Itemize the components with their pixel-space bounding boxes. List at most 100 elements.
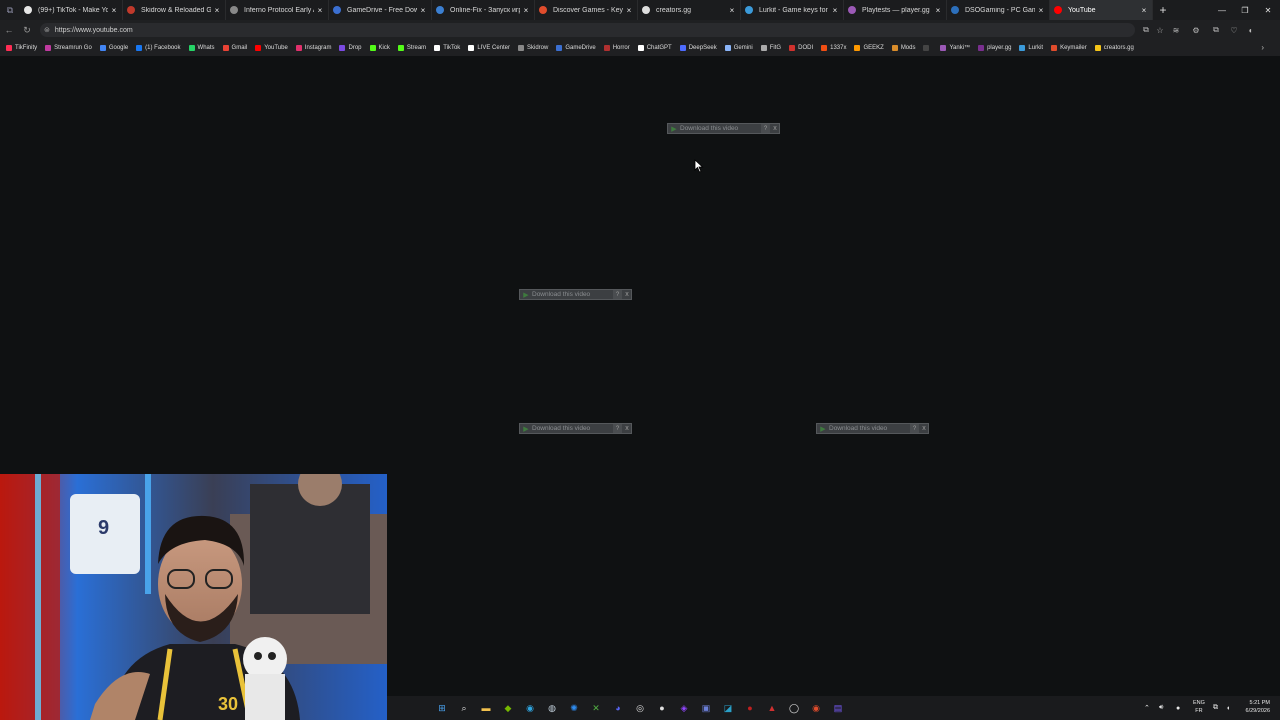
- bookmark-item[interactable]: Horror: [603, 45, 630, 51]
- url-field[interactable]: ⊜ https://www.youtube.com: [40, 23, 1135, 37]
- steam-icon[interactable]: ◍: [545, 701, 559, 715]
- chrome-icon[interactable]: ◉: [809, 701, 823, 715]
- browser-tab[interactable]: DSOGaming - PC Games News×: [947, 0, 1050, 20]
- browser-tab[interactable]: Inferno Protocol Early Access×: [226, 0, 329, 20]
- bookmark-item[interactable]: GameDrive: [556, 45, 596, 51]
- bookmark-item[interactable]: Streamrun Go: [45, 45, 92, 51]
- collections-icon[interactable]: ⧉: [1209, 20, 1223, 40]
- bookmark-item[interactable]: Skidrow: [518, 45, 548, 51]
- favorites-icon[interactable]: ♡: [1227, 20, 1241, 40]
- bookmark-item[interactable]: Whats: [188, 45, 215, 51]
- tab-close-icon[interactable]: ×: [625, 6, 633, 15]
- tab-actions-icon[interactable]: ⧉: [0, 0, 20, 20]
- close-window-button[interactable]: ✕: [1256, 0, 1280, 20]
- bookmark-item[interactable]: Keymailer: [1051, 45, 1087, 51]
- bookmark-item[interactable]: ChatGPT: [637, 45, 672, 51]
- bookmark-item[interactable]: Gemini: [724, 45, 753, 51]
- show-hidden-icons[interactable]: ⌃: [1144, 700, 1150, 716]
- battlenet-icon[interactable]: ✺: [567, 701, 581, 715]
- xbox-icon[interactable]: ✕: [589, 701, 603, 715]
- browser-tab[interactable]: Lurkit - Game keys for content creators×: [741, 0, 844, 20]
- bookmark-item[interactable]: Drop: [339, 45, 362, 51]
- file-explorer-icon[interactable]: ▬: [479, 701, 493, 715]
- start-icon[interactable]: ⊞: [435, 701, 449, 715]
- browser-tab[interactable]: (99+) TikTok - Make Your Day×: [20, 0, 123, 20]
- close-icon[interactable]: x: [920, 425, 928, 432]
- tab-close-icon[interactable]: ×: [316, 6, 324, 15]
- back-icon[interactable]: ←: [0, 20, 18, 40]
- bookmark-item[interactable]: creators.gg: [1094, 45, 1134, 51]
- maximize-button[interactable]: ❐: [1233, 0, 1257, 20]
- nvidia-icon[interactable]: ◆: [501, 701, 515, 715]
- app-available-icon[interactable]: ⧉: [1139, 20, 1153, 40]
- help-icon[interactable]: ?: [613, 424, 622, 433]
- bookmarks-overflow-icon[interactable]: ›: [1261, 40, 1264, 56]
- bookmark-item[interactable]: Google: [99, 45, 128, 51]
- discord-icon[interactable]: ◕: [611, 701, 625, 715]
- close-icon[interactable]: x: [623, 291, 631, 298]
- tab-close-icon[interactable]: ×: [831, 6, 839, 15]
- reload-icon[interactable]: ↻: [18, 20, 36, 40]
- help-icon[interactable]: ?: [761, 124, 770, 133]
- obs-icon[interactable]: ◯: [787, 701, 801, 715]
- browser-tab[interactable]: creators.gg ×: [638, 0, 741, 20]
- app-icon[interactable]: ▣: [699, 701, 713, 715]
- tab-close-icon[interactable]: ×: [522, 6, 530, 15]
- bookmark-item[interactable]: Stream: [397, 45, 426, 51]
- network-icon[interactable]: ⧉: [1213, 700, 1218, 716]
- tab-close-icon[interactable]: ×: [1037, 6, 1045, 15]
- download-this-video-button[interactable]: ▶ Download this video ? x: [816, 423, 929, 434]
- bookmark-item[interactable]: TikTok: [434, 45, 460, 51]
- speaker-icon[interactable]: ◖: [1226, 700, 1230, 716]
- browser-tab[interactable]: Discover Games - Keymailer×: [535, 0, 638, 20]
- bookmark-item[interactable]: YouTube: [255, 45, 288, 51]
- bookmark-item[interactable]: player.gg: [978, 45, 1011, 51]
- help-icon[interactable]: ?: [613, 290, 622, 299]
- new-tab-button[interactable]: +: [1153, 3, 1173, 17]
- volume-icon[interactable]: 🔊︎: [1159, 700, 1163, 716]
- bookmark-item[interactable]: Instagram: [295, 45, 331, 51]
- bookmark-item[interactable]: DODI: [789, 45, 813, 51]
- read-aloud-icon[interactable]: ≋: [1169, 20, 1183, 40]
- tool-icon[interactable]: ◪: [721, 701, 735, 715]
- bookmark-item[interactable]: Gmail: [222, 45, 247, 51]
- controller-icon[interactable]: ◎: [633, 701, 647, 715]
- tab-close-icon[interactable]: ×: [110, 6, 118, 15]
- close-icon[interactable]: x: [771, 125, 779, 132]
- tab-close-icon[interactable]: ×: [1140, 6, 1148, 15]
- bookmark-item[interactable]: (1) Facebook: [136, 45, 181, 51]
- favorite-star-icon[interactable]: ☆: [1153, 20, 1167, 40]
- bookmark-item[interactable]: Kick: [369, 45, 390, 51]
- bookmark-item[interactable]: DeepSeek: [679, 45, 717, 51]
- help-icon[interactable]: ?: [910, 424, 919, 433]
- tab-close-icon[interactable]: ×: [419, 6, 427, 15]
- tab-close-icon[interactable]: ×: [213, 6, 221, 15]
- bookmark-item[interactable]: FitG: [760, 45, 781, 51]
- bookmark-item[interactable]: [923, 45, 932, 51]
- twitch-icon[interactable]: ◈: [677, 701, 691, 715]
- minimize-button[interactable]: —: [1210, 0, 1234, 20]
- bookmark-item[interactable]: TikFinity: [6, 45, 37, 51]
- bookmark-item[interactable]: 1337x: [821, 45, 846, 51]
- microphone-icon[interactable]: ●: [1176, 700, 1180, 716]
- language-indicator[interactable]: ENG FR: [1193, 699, 1205, 715]
- download-this-video-button[interactable]: ▶ Download this video ? x: [519, 289, 632, 300]
- bookmark-item[interactable]: GEEKZ: [854, 45, 884, 51]
- edge-icon[interactable]: ◉: [523, 701, 537, 715]
- bookmark-item[interactable]: Yanki™: [940, 45, 970, 51]
- search-icon[interactable]: ⌕: [457, 701, 471, 715]
- app2-icon[interactable]: ▤: [831, 701, 845, 715]
- browser-tab[interactable]: YouTube ×: [1050, 0, 1153, 20]
- browser-tab[interactable]: GameDrive - Free Download×: [329, 0, 432, 20]
- system-clock[interactable]: 5:21 PM 6/29/2026: [1246, 699, 1270, 715]
- tab-close-icon[interactable]: ×: [934, 6, 942, 15]
- profile-icon[interactable]: ◐: [1244, 20, 1258, 40]
- site-info-icon[interactable]: ⊜: [44, 26, 50, 34]
- extensions-icon[interactable]: ⚙: [1189, 20, 1203, 40]
- github-icon[interactable]: ●: [655, 701, 669, 715]
- game-icon[interactable]: ▲: [765, 701, 779, 715]
- bookmark-item[interactable]: LIVE Center: [468, 45, 510, 51]
- download-this-video-button[interactable]: ▶ Download this video ? x: [667, 123, 780, 134]
- browser-tab[interactable]: Playtests — player.gg ×: [844, 0, 947, 20]
- bookmark-item[interactable]: Mods: [891, 45, 915, 51]
